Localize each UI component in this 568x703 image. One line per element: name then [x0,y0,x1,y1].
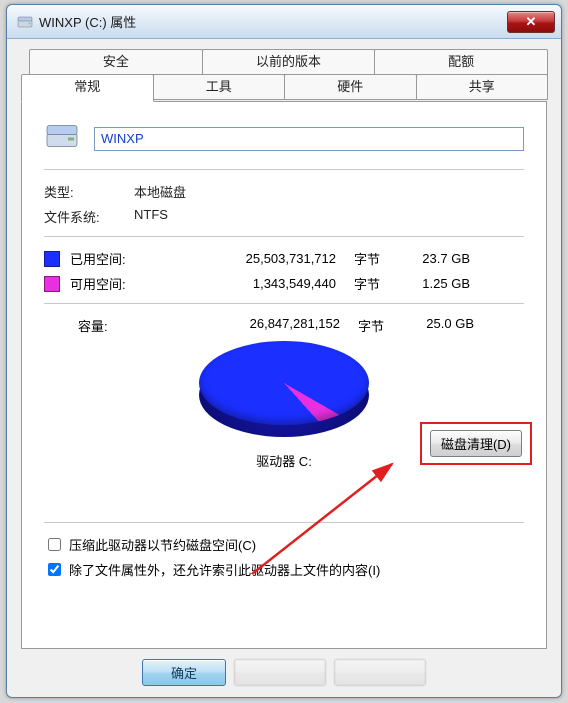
tab-tools[interactable]: 工具 [153,74,286,100]
used-bytes: 25,503,731,712 [166,251,336,266]
filesystem-value: NTFS [134,207,254,226]
index-label[interactable]: 除了文件属性外，还允许索引此驱动器上文件的内容(I) [69,560,380,579]
window-title: WINXP (C:) 属性 [39,12,507,31]
capacity-size: 25.0 GB [384,316,474,335]
free-bytes: 1,343,549,440 [166,276,336,291]
annotation-highlight: 磁盘清理(D) [420,422,532,465]
capacity-unit: 字节 [340,316,384,335]
compress-checkbox[interactable] [48,538,61,551]
used-unit: 字节 [336,249,380,268]
drive-icon [17,14,33,30]
tab-security[interactable]: 安全 [29,49,203,75]
drive-large-icon [44,118,80,159]
capacity-bytes: 26,847,281,152 [170,316,340,335]
apply-button-obscured[interactable] [334,659,426,686]
ok-button[interactable]: 确定 [142,659,226,686]
pie-graphic [199,341,369,437]
tab-page-general: 类型: 本地磁盘 文件系统: NTFS 已用空间: 25,503,731,712… [21,101,547,649]
free-swatch [44,276,60,292]
tab-previous-versions[interactable]: 以前的版本 [202,49,376,75]
dialog-buttons: 确定 [21,659,547,686]
free-unit: 字节 [336,274,380,293]
close-icon: ✕ [526,14,537,30]
index-checkbox[interactable] [48,563,61,576]
type-label: 类型: [44,182,134,201]
compress-label[interactable]: 压缩此驱动器以节约磁盘空间(C) [69,535,256,554]
capacity-label: 容量: [78,316,170,335]
free-label: 可用空间: [70,274,166,293]
close-button[interactable]: ✕ [507,11,555,33]
type-value: 本地磁盘 [134,182,254,201]
separator [44,303,524,304]
tab-hardware[interactable]: 硬件 [284,74,417,100]
tab-quota[interactable]: 配额 [374,49,548,75]
used-swatch [44,251,60,267]
separator [44,522,524,523]
client-area: 安全 以前的版本 配额 常规 工具 硬件 共享 [7,39,561,681]
separator [44,169,524,170]
used-label: 已用空间: [70,249,166,268]
tab-control: 安全 以前的版本 配额 常规 工具 硬件 共享 [21,49,547,669]
free-size: 1.25 GB [380,276,470,291]
used-size: 23.7 GB [380,251,470,266]
tab-general[interactable]: 常规 [21,74,154,102]
separator [44,236,524,237]
cancel-button-obscured[interactable] [234,659,326,686]
properties-dialog: WINXP (C:) 属性 ✕ 安全 以前的版本 配额 常规 工具 硬件 共享 [6,4,562,698]
drive-letter-label: 驱动器 C: [256,451,312,470]
filesystem-label: 文件系统: [44,207,134,226]
titlebar[interactable]: WINXP (C:) 属性 ✕ [7,5,561,39]
drive-name-input[interactable] [94,127,524,151]
tab-sharing[interactable]: 共享 [416,74,549,100]
disk-cleanup-button[interactable]: 磁盘清理(D) [430,430,522,457]
